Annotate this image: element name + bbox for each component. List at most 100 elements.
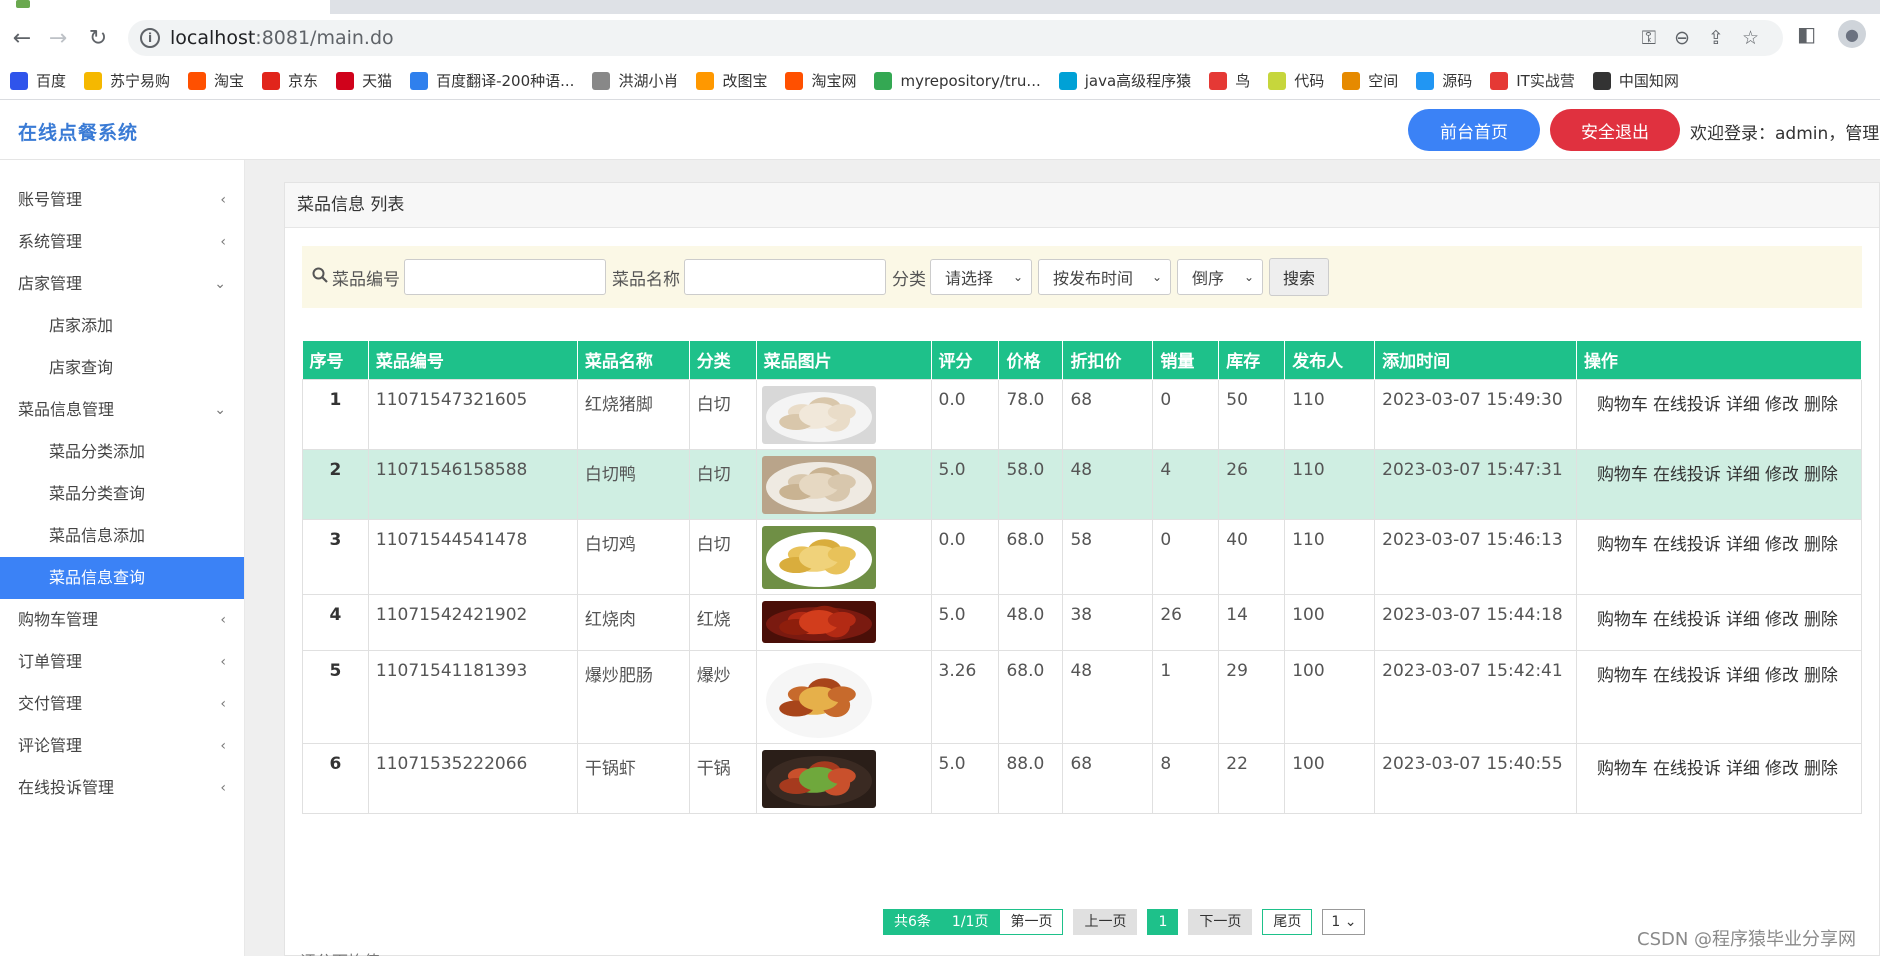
browser-tab[interactable] xyxy=(0,0,330,14)
bookmark-item[interactable]: java高级程序猿 xyxy=(1058,70,1191,91)
logout-button[interactable]: 安全退出 xyxy=(1550,109,1680,151)
search-button[interactable]: 搜索 xyxy=(1269,258,1329,296)
detail-link[interactable]: 详细 xyxy=(1726,395,1760,415)
edit-link[interactable]: 修改 xyxy=(1765,610,1799,630)
profile-avatar-icon[interactable]: ● xyxy=(1838,20,1866,48)
complaint-link[interactable]: 在线投诉 xyxy=(1653,535,1721,555)
edit-link[interactable]: 修改 xyxy=(1765,465,1799,485)
code-input[interactable] xyxy=(404,259,606,295)
column-header[interactable]: 操作 xyxy=(1576,341,1863,379)
sidebar-item[interactable]: 菜品分类查询 xyxy=(0,473,244,515)
pager-prev-button[interactable]: 上一页 xyxy=(1073,909,1138,935)
reload-icon[interactable]: ↻ xyxy=(82,22,114,54)
sidebar-item[interactable]: 店家添加 xyxy=(0,305,244,347)
complaint-link[interactable]: 在线投诉 xyxy=(1653,759,1721,779)
detail-link[interactable]: 详细 xyxy=(1726,666,1760,686)
sidebar-item[interactable]: 店家查询 xyxy=(0,347,244,389)
bookmark-item[interactable]: 改图宝 xyxy=(696,70,767,91)
sidebar-item[interactable]: 菜品信息管理 ⌄ xyxy=(0,389,244,431)
sidebar-item[interactable]: 交付管理 ‹ xyxy=(0,683,244,725)
column-header[interactable]: 价格 xyxy=(998,341,1064,379)
column-header[interactable]: 评分 xyxy=(931,341,1000,379)
front-home-button[interactable]: 前台首页 xyxy=(1408,109,1540,151)
pager-first-button[interactable]: 第一页 xyxy=(999,909,1064,935)
bookmark-item[interactable]: 源码 xyxy=(1416,70,1472,91)
forward-icon[interactable]: → xyxy=(42,22,74,54)
sort-field-select[interactable]: 按发布时间 ⌄ xyxy=(1038,259,1171,295)
bookmark-item[interactable]: 洪湖小肖 xyxy=(592,70,678,91)
sidebar-item[interactable]: 菜品分类添加 xyxy=(0,431,244,473)
column-header[interactable]: 库存 xyxy=(1218,341,1286,379)
sidebar-item[interactable]: 账号管理 ‹ xyxy=(0,179,244,221)
column-header[interactable]: 序号 xyxy=(302,341,369,379)
sidebar-item[interactable]: 菜品信息添加 xyxy=(0,515,244,557)
edit-link[interactable]: 修改 xyxy=(1765,759,1799,779)
delete-link[interactable]: 删除 xyxy=(1804,666,1838,686)
cart-link[interactable]: 购物车 xyxy=(1597,465,1648,485)
sidebar-item[interactable]: 店家管理 ⌄ xyxy=(0,263,244,305)
dish-image[interactable] xyxy=(755,518,932,595)
sidebar-item[interactable]: 系统管理 ‹ xyxy=(0,221,244,263)
sort-order-select[interactable]: 倒序 ⌄ xyxy=(1177,259,1263,295)
delete-link[interactable]: 删除 xyxy=(1804,395,1838,415)
dish-image[interactable] xyxy=(755,649,932,744)
detail-link[interactable]: 详细 xyxy=(1726,465,1760,485)
dish-image[interactable] xyxy=(755,378,932,450)
complaint-link[interactable]: 在线投诉 xyxy=(1653,465,1721,485)
bookmark-item[interactable]: 百度翻译-200种语... xyxy=(410,70,574,91)
bookmark-item[interactable]: 百度 xyxy=(10,70,66,91)
column-header[interactable]: 菜品图片 xyxy=(756,341,932,379)
pager-last-button[interactable]: 尾页 xyxy=(1262,909,1313,935)
bookmark-item[interactable]: IT实战营 xyxy=(1490,70,1575,91)
url-text[interactable]: localhost:8081/main.do xyxy=(170,27,394,49)
cart-link[interactable]: 购物车 xyxy=(1597,395,1648,415)
detail-link[interactable]: 详细 xyxy=(1726,535,1760,555)
bookmark-item[interactable]: 鸟 xyxy=(1209,70,1250,91)
complaint-link[interactable]: 在线投诉 xyxy=(1653,666,1721,686)
column-header[interactable]: 销量 xyxy=(1152,341,1220,379)
site-info-icon[interactable]: i xyxy=(140,28,160,48)
pager-next-button[interactable]: 下一页 xyxy=(1188,909,1253,935)
delete-link[interactable]: 删除 xyxy=(1804,759,1838,779)
sidebar-item[interactable]: 购物车管理 ‹ xyxy=(0,599,244,641)
bookmark-item[interactable]: 京东 xyxy=(262,70,318,91)
bookmark-item[interactable]: 淘宝 xyxy=(188,70,244,91)
bookmark-item[interactable]: 中国知网 xyxy=(1592,70,1679,91)
share-icon[interactable]: ⇪ xyxy=(1708,27,1724,49)
table-row[interactable]: 1 11071547321605 红烧猪脚 白切 0.0 78.0 68 0 50 110 2023… xyxy=(302,378,1863,450)
table-row[interactable]: 3 11071544541478 白切鸡 白切 0.0 68.0 58 0 40 110 2023-… xyxy=(302,518,1863,595)
sidebar-item[interactable]: 菜品信息查询 xyxy=(0,557,244,599)
address-bar[interactable]: i localhost:8081/main.do ⚿ ⊖ ⇪ ☆ xyxy=(128,20,1783,56)
table-row[interactable]: 6 11071535222066 干锅虾 干锅 5.0 88.0 68 8 22 100 2023-… xyxy=(302,742,1863,814)
back-icon[interactable]: ← xyxy=(6,22,38,54)
column-header[interactable]: 菜品编号 xyxy=(368,341,578,379)
edit-link[interactable]: 修改 xyxy=(1765,395,1799,415)
column-header[interactable]: 发布人 xyxy=(1284,341,1376,379)
detail-link[interactable]: 详细 xyxy=(1726,759,1760,779)
pager-current[interactable]: 1 xyxy=(1147,909,1179,935)
cart-link[interactable]: 购物车 xyxy=(1597,535,1648,555)
column-header[interactable]: 菜品名称 xyxy=(577,341,690,379)
pager-page-select[interactable]: 1 ⌄ xyxy=(1322,909,1366,935)
bookmark-item[interactable]: 天猫 xyxy=(336,70,392,91)
complaint-link[interactable]: 在线投诉 xyxy=(1653,395,1721,415)
column-header[interactable]: 折扣价 xyxy=(1062,341,1154,379)
cart-link[interactable]: 购物车 xyxy=(1597,666,1648,686)
name-input[interactable] xyxy=(684,259,886,295)
table-row[interactable]: 4 11071542421902 红烧肉 红烧 5.0 48.0 38 26 14 100 2023… xyxy=(302,593,1863,651)
edit-link[interactable]: 修改 xyxy=(1765,535,1799,555)
bookmark-item[interactable]: myrepository/tru... xyxy=(874,71,1041,90)
sidebar-item[interactable]: 评论管理 ‹ xyxy=(0,725,244,767)
dish-image[interactable] xyxy=(755,742,932,814)
column-header[interactable]: 添加时间 xyxy=(1374,341,1577,379)
bookmark-item[interactable]: 淘宝网 xyxy=(785,70,856,91)
cart-link[interactable]: 购物车 xyxy=(1597,759,1648,779)
table-row[interactable]: 2 11071546158588 白切鸭 白切 5.0 58.0 48 4 26 110 2023-… xyxy=(302,448,1863,520)
complaint-link[interactable]: 在线投诉 xyxy=(1653,610,1721,630)
delete-link[interactable]: 删除 xyxy=(1804,610,1838,630)
key-icon[interactable]: ⚿ xyxy=(1642,27,1656,49)
category-select[interactable]: 请选择 ⌄ xyxy=(930,259,1032,295)
sidebar-item[interactable]: 在线投诉管理 ‹ xyxy=(0,767,244,809)
dish-image[interactable] xyxy=(755,448,932,520)
zoom-icon[interactable]: ⊖ xyxy=(1674,27,1690,49)
